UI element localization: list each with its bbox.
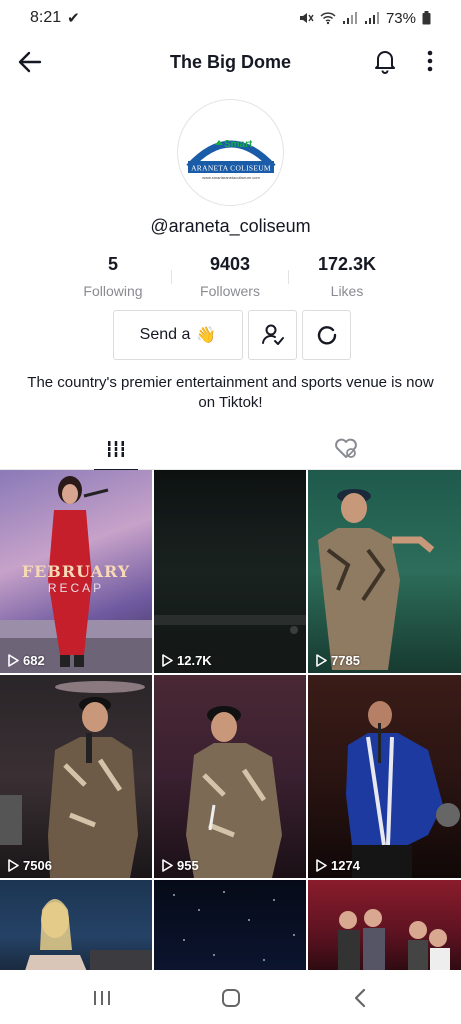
view-count-label: 682 xyxy=(23,653,45,668)
tab-liked-videos[interactable] xyxy=(316,428,376,470)
view-count-label: 7785 xyxy=(331,653,360,668)
likes-label: Likes xyxy=(330,283,364,299)
more-options-icon[interactable] xyxy=(418,47,442,75)
check-icon: ✔ xyxy=(67,10,80,27)
battery-icon xyxy=(422,11,431,25)
view-count: 955 xyxy=(161,858,199,873)
view-count: 682 xyxy=(7,653,45,668)
loading-icon xyxy=(317,326,336,345)
avatar[interactable]: Smart ARANETA COLISEUM www.smartaranetac… xyxy=(177,99,284,206)
view-count-label: 12.7K xyxy=(177,653,212,668)
send-button-label: Send a xyxy=(139,326,191,343)
video-thumbnail xyxy=(25,899,152,970)
user-check-icon xyxy=(261,324,284,345)
home-icon[interactable] xyxy=(218,986,244,1010)
video-tile[interactable]: 1274 xyxy=(308,675,461,878)
following-count: 5 xyxy=(107,254,118,274)
followers-count: 9403 xyxy=(209,254,251,274)
view-count-label: 1274 xyxy=(331,858,360,873)
system-nav-bar xyxy=(0,972,461,1024)
signal-icon-2 xyxy=(364,12,379,24)
video-tile[interactable] xyxy=(0,880,152,970)
play-icon xyxy=(316,859,327,872)
video-tile[interactable]: 7785 xyxy=(308,470,461,673)
video-tile[interactable]: 7506 xyxy=(0,675,152,878)
back-nav-icon[interactable] xyxy=(348,986,374,1010)
video-tile[interactable]: 12.7K xyxy=(154,470,306,673)
video-thumbnail xyxy=(154,615,306,673)
video-grid: FEBRUARY RECAP 682 12.7K 7785 7506 955 1… xyxy=(0,470,461,970)
followers-label: Followers xyxy=(200,283,260,299)
play-icon xyxy=(8,654,19,667)
video-tile[interactable] xyxy=(308,880,461,970)
view-count-label: 955 xyxy=(177,858,199,873)
suggested-accounts-button[interactable] xyxy=(302,310,351,360)
play-icon xyxy=(316,654,327,667)
profile-header: The Big Dome xyxy=(0,40,461,84)
wave-emoji: 👋 xyxy=(196,327,217,344)
profile-stats: 5 Following 9403 Followers 172.3K Likes xyxy=(55,252,405,302)
view-count: 7506 xyxy=(7,858,52,873)
following-label: Following xyxy=(83,283,143,299)
status-icons: 73% xyxy=(298,10,431,27)
svg-text:www.smartaranetacoliseum.com: www.smartaranetacoliseum.com xyxy=(202,175,260,180)
profile-tabs xyxy=(0,428,461,471)
stat-following[interactable]: 5 Following xyxy=(55,252,171,302)
video-overlay-title: FEBRUARY xyxy=(21,562,131,581)
video-thumbnail xyxy=(0,681,145,878)
battery-percent: 73% xyxy=(385,9,416,27)
video-tile[interactable]: 955 xyxy=(154,675,306,878)
araneta-logo: Smart ARANETA COLISEUM www.smartaranetac… xyxy=(185,139,276,180)
status-bar: 8:21 ✔ 73% xyxy=(0,0,461,36)
send-wave-button[interactable]: Send a 👋 xyxy=(113,310,243,360)
stat-followers[interactable]: 9403 Followers xyxy=(172,252,288,302)
video-thumbnail xyxy=(346,701,460,878)
likes-count: 172.3K xyxy=(317,254,377,274)
mute-icon xyxy=(299,13,314,23)
video-thumbnail xyxy=(318,489,435,670)
svg-text:ARANETA COLISEUM: ARANETA COLISEUM xyxy=(191,163,271,172)
svg-text:Smart: Smart xyxy=(224,139,253,150)
grid-icon xyxy=(106,441,126,457)
video-tile[interactable] xyxy=(154,880,306,970)
play-icon xyxy=(162,859,173,872)
profile-bio: The country's premier entertainment and … xyxy=(27,374,434,411)
video-tile[interactable]: FEBRUARY RECAP 682 xyxy=(0,470,152,673)
view-count: 7785 xyxy=(315,653,360,668)
video-thumbnail xyxy=(338,909,450,970)
profile-actions: Send a 👋 xyxy=(113,310,351,360)
following-status-button[interactable] xyxy=(248,310,297,360)
username: @araneta_coliseum xyxy=(150,216,311,236)
play-icon xyxy=(162,654,173,667)
video-thumbnail xyxy=(186,706,282,878)
video-thumbnail xyxy=(173,891,295,961)
status-time: 8:21 xyxy=(30,9,62,26)
signal-icon xyxy=(342,12,357,24)
view-count: 1274 xyxy=(315,858,360,873)
stat-likes[interactable]: 172.3K Likes xyxy=(289,252,405,302)
video-overlay-subtitle: RECAP xyxy=(47,581,105,595)
wifi-icon xyxy=(320,12,336,25)
view-count-label: 7506 xyxy=(23,858,52,873)
back-arrow-icon[interactable] xyxy=(16,48,44,76)
tab-videos[interactable] xyxy=(86,428,146,471)
bell-icon[interactable] xyxy=(371,47,399,75)
view-count: 12.7K xyxy=(161,653,212,668)
hidden-heart-icon xyxy=(335,438,357,458)
recent-apps-icon[interactable] xyxy=(89,986,115,1010)
play-icon xyxy=(8,859,19,872)
